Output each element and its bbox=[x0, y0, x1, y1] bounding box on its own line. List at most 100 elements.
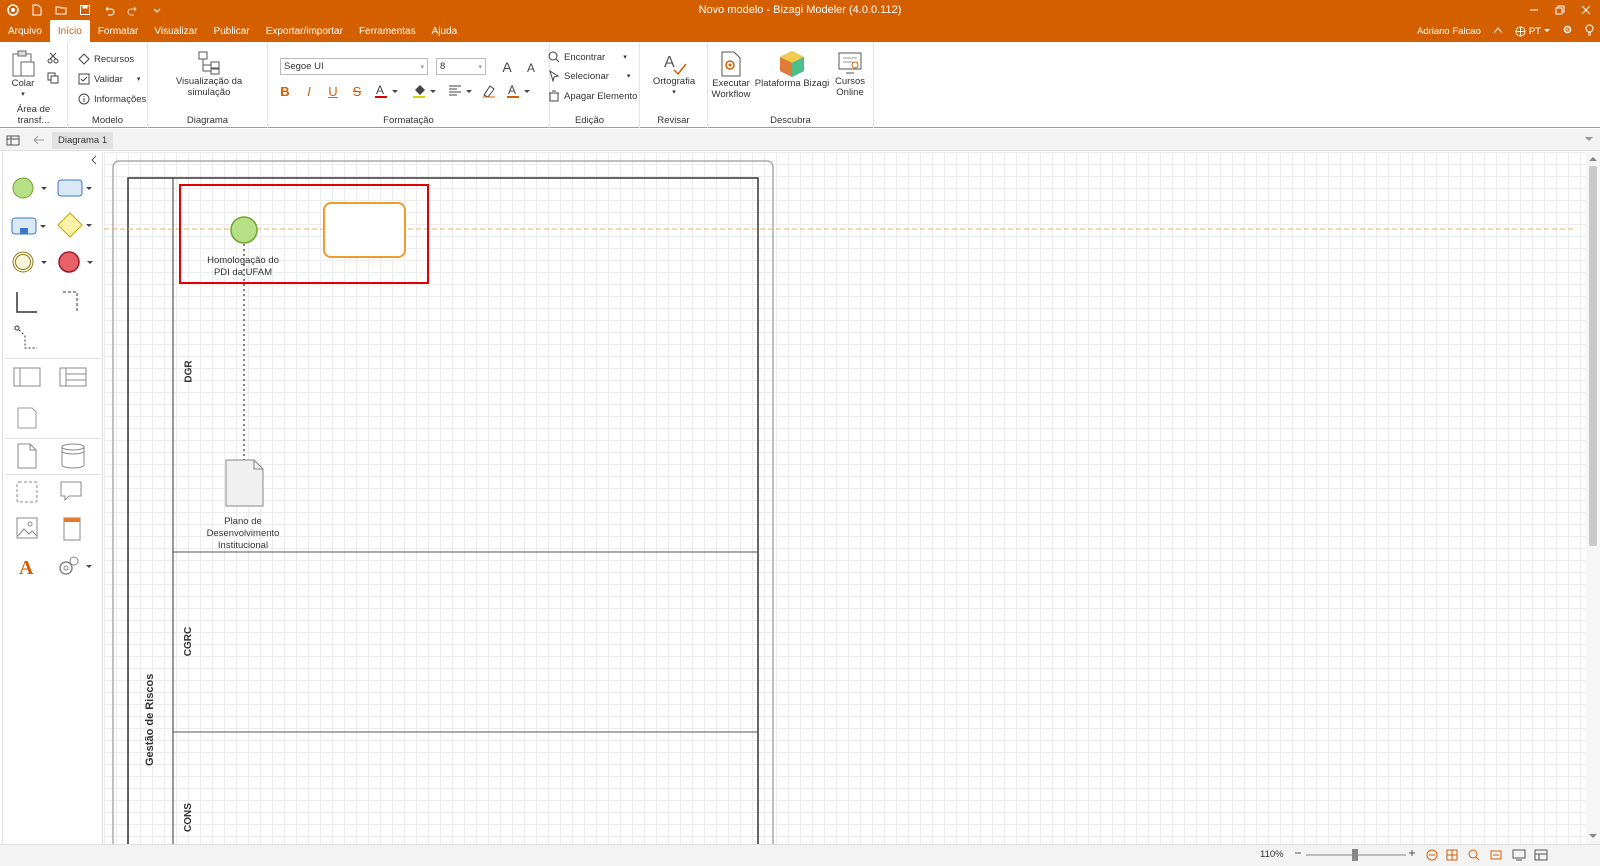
save-icon[interactable] bbox=[78, 3, 92, 17]
gateway-tool[interactable] bbox=[57, 212, 97, 238]
find-button[interactable]: Encontrar ▾ bbox=[548, 51, 627, 63]
settings-gear-icon[interactable] bbox=[1562, 24, 1573, 38]
tab-exportar-importar[interactable]: Exportar/importar bbox=[258, 20, 351, 42]
validate-dropdown-icon[interactable]: ▾ bbox=[137, 75, 141, 83]
align-icon[interactable] bbox=[446, 82, 476, 100]
info-button[interactable]: Informações bbox=[78, 93, 146, 105]
scrollbar-thumb[interactable] bbox=[1589, 166, 1597, 546]
resources-button[interactable]: Recursos bbox=[78, 53, 134, 65]
cut-button[interactable] bbox=[47, 52, 59, 64]
underline-icon[interactable]: U bbox=[324, 82, 342, 100]
clear-format-icon[interactable] bbox=[480, 82, 498, 100]
document-label[interactable]: Plano de Desenvolvimento Institucional bbox=[196, 516, 290, 552]
new-file-icon[interactable] bbox=[30, 3, 44, 17]
text-tool[interactable]: A bbox=[17, 554, 39, 578]
message-flow-tool[interactable] bbox=[59, 290, 87, 316]
restore-icon[interactable] bbox=[1554, 4, 1566, 16]
redo-icon[interactable] bbox=[126, 3, 140, 17]
find-dropdown-icon[interactable]: ▾ bbox=[623, 53, 627, 61]
milestone-tool[interactable] bbox=[15, 404, 39, 430]
online-courses-button[interactable]: Cursos Online bbox=[832, 50, 868, 98]
group-tool[interactable] bbox=[15, 480, 39, 504]
scroll-up-icon[interactable] bbox=[1589, 154, 1597, 165]
select-button[interactable]: Selecionar ▾ bbox=[548, 70, 630, 82]
zoom-fit-icon[interactable] bbox=[1426, 849, 1438, 861]
zoom-100-icon[interactable] bbox=[1468, 849, 1480, 861]
pool-label[interactable]: Gestão de Riscos bbox=[144, 674, 156, 766]
shrink-font-icon[interactable]: A bbox=[522, 59, 540, 77]
collapse-ribbon-icon[interactable] bbox=[1493, 26, 1503, 37]
italic-icon[interactable]: I bbox=[300, 82, 318, 100]
tab-list-chevron-icon[interactable] bbox=[1584, 134, 1594, 147]
font-family-select[interactable]: Segoe UI ▾ bbox=[280, 58, 428, 75]
simulation-view-button[interactable]: Visualização da simulação bbox=[156, 50, 262, 98]
spelling-button[interactable]: A Ortografia ▾ bbox=[646, 50, 702, 98]
undo-icon[interactable] bbox=[102, 3, 116, 17]
fit-page-icon[interactable] bbox=[1446, 849, 1458, 861]
data-store-tool[interactable] bbox=[59, 442, 87, 470]
language-selector[interactable]: PT bbox=[1515, 26, 1550, 37]
tab-ferramentas[interactable]: Ferramentas bbox=[351, 20, 424, 42]
subprocess-tool[interactable] bbox=[11, 214, 51, 238]
paste-button[interactable]: Colar ▾ bbox=[6, 50, 40, 100]
open-folder-icon[interactable] bbox=[54, 3, 68, 17]
vertical-scrollbar[interactable] bbox=[1586, 152, 1600, 844]
fit-width-icon[interactable] bbox=[1490, 849, 1502, 861]
quick-access-dropdown-icon[interactable] bbox=[150, 3, 164, 17]
intermediate-event-tool[interactable] bbox=[11, 250, 51, 274]
data-object-tool[interactable] bbox=[15, 442, 39, 470]
lane-label-cons[interactable]: CONS bbox=[183, 803, 194, 832]
diagram-canvas[interactable]: DGR CGRC CONS Gestão de Riscos Homologaç… bbox=[104, 152, 1586, 844]
tab-ajuda[interactable]: Ajuda bbox=[424, 20, 466, 42]
tab-formatar[interactable]: Formatar bbox=[90, 20, 147, 42]
tab-diagrama-1[interactable]: Diagrama 1 bbox=[52, 132, 114, 149]
bizagi-platform-button[interactable]: Plataforma Bizagi bbox=[754, 50, 830, 89]
pool-tool[interactable] bbox=[13, 366, 41, 388]
presentation-icon[interactable] bbox=[1512, 849, 1526, 861]
scroll-down-icon[interactable] bbox=[1589, 831, 1597, 842]
app-logo-icon[interactable] bbox=[6, 3, 20, 17]
fill-color-icon[interactable] bbox=[410, 82, 440, 100]
tab-visualizar[interactable]: Visualizar bbox=[146, 20, 205, 42]
validate-button[interactable]: Validar ▾ bbox=[78, 73, 140, 85]
collapse-palette-icon[interactable] bbox=[90, 155, 98, 168]
select-dropdown-icon[interactable]: ▾ bbox=[627, 72, 631, 80]
data-object-document[interactable] bbox=[225, 459, 264, 507]
font-size-select[interactable]: 8 ▾ bbox=[436, 58, 486, 75]
start-event-tool[interactable] bbox=[11, 176, 51, 200]
header-tool[interactable] bbox=[61, 516, 85, 542]
image-tool[interactable] bbox=[15, 516, 39, 540]
end-event-tool[interactable] bbox=[57, 250, 97, 274]
association-tool[interactable] bbox=[13, 324, 41, 352]
zoom-slider-thumb[interactable] bbox=[1352, 849, 1358, 861]
start-event[interactable] bbox=[230, 216, 258, 244]
task-shape[interactable] bbox=[323, 202, 406, 258]
font-color-icon[interactable]: A bbox=[372, 82, 402, 100]
bold-icon[interactable]: B bbox=[276, 82, 294, 100]
back-arrow-icon[interactable] bbox=[32, 133, 46, 150]
run-workflow-button[interactable]: Executar Workflow bbox=[710, 50, 752, 100]
text-effects-icon[interactable]: A bbox=[504, 82, 534, 100]
task-tool[interactable] bbox=[57, 176, 97, 200]
grow-font-icon[interactable]: A bbox=[498, 58, 516, 76]
overview-icon[interactable] bbox=[1534, 849, 1548, 861]
zoom-out-icon[interactable] bbox=[1294, 849, 1302, 857]
more-tools-tool[interactable] bbox=[57, 554, 97, 578]
tab-arquivo[interactable]: Arquivo bbox=[0, 20, 50, 42]
start-event-label[interactable]: Homologação do PDI da UFAM bbox=[196, 255, 290, 279]
strikethrough-icon[interactable]: S bbox=[348, 82, 366, 100]
lane-tool[interactable] bbox=[59, 366, 87, 388]
copy-button[interactable] bbox=[47, 72, 59, 84]
annotation-tool[interactable] bbox=[59, 480, 85, 504]
sequence-flow-tool[interactable] bbox=[13, 290, 41, 316]
close-icon[interactable] bbox=[1580, 4, 1592, 16]
user-name[interactable]: Adriano Falcao bbox=[1417, 26, 1481, 37]
lane-label-cgrc[interactable]: CGRC bbox=[183, 627, 194, 656]
lane-label-dgr[interactable]: DGR bbox=[184, 360, 195, 382]
model-explorer-icon[interactable] bbox=[6, 133, 20, 150]
tab-inicio[interactable]: Início bbox=[49, 20, 90, 42]
minimize-icon[interactable] bbox=[1528, 4, 1540, 16]
zoom-in-icon[interactable] bbox=[1408, 849, 1416, 857]
delete-element-button[interactable]: Apagar Elemento bbox=[548, 90, 637, 102]
help-bulb-icon[interactable] bbox=[1585, 24, 1594, 39]
